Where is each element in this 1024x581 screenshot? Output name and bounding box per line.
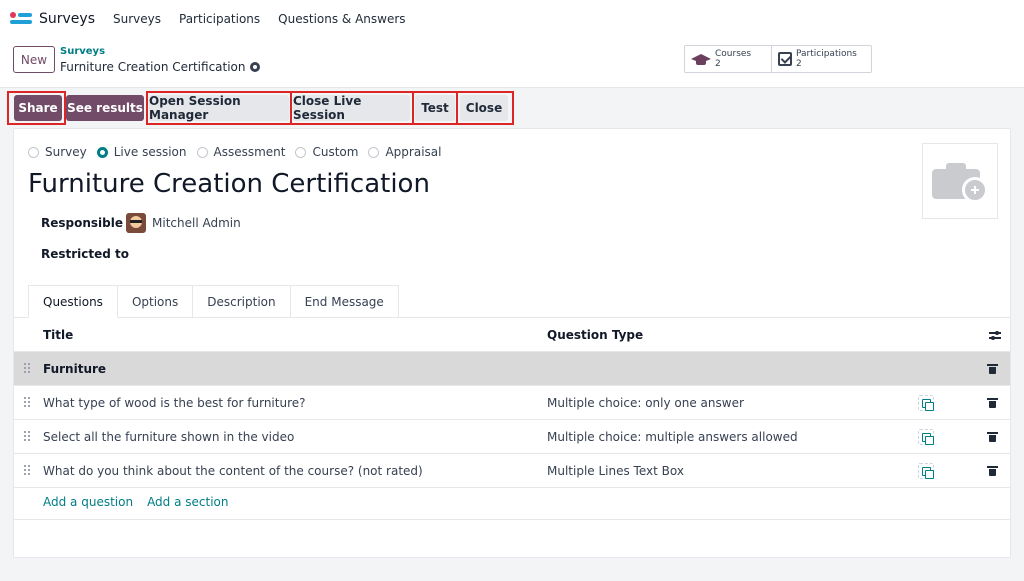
open-session-manager-button[interactable]: Open Session Manager [149, 94, 289, 122]
responsible-label: Responsible [41, 216, 123, 230]
column-title[interactable]: Title [43, 318, 73, 351]
add-question-link[interactable]: Add a question [43, 495, 133, 509]
see-results-button[interactable]: See results [66, 95, 144, 121]
row-question-type: Multiple choice: only one answer [547, 395, 744, 410]
smart-buttons: Courses 2 Participations 2 [684, 45, 872, 73]
radio-label: Live session [113, 145, 187, 159]
add-line-links: Add a question Add a section [43, 495, 229, 509]
notebook-tabs: Questions Options Description End Messag… [28, 285, 399, 318]
gear-icon[interactable] [249, 62, 260, 72]
table-row-section[interactable]: Furniture [14, 352, 1010, 386]
trash-icon[interactable] [987, 432, 998, 442]
graduation-cap-icon [691, 52, 711, 66]
row-title: What do you think about the content of t… [43, 463, 423, 478]
participations-stat-button[interactable]: Participations 2 [771, 46, 871, 72]
nav-participations[interactable]: Participations [179, 12, 260, 26]
row-question-type: Multiple choice: multiple answers allowe… [547, 429, 798, 444]
radio-custom[interactable]: Custom [295, 145, 358, 159]
radio-label: Appraisal [385, 145, 442, 159]
survey-image-upload[interactable] [922, 143, 998, 219]
radio-label: Assessment [213, 145, 286, 159]
courses-stat-button[interactable]: Courses 2 [685, 46, 771, 72]
row-question-type: Multiple Lines Text Box [547, 463, 684, 478]
table-row[interactable]: Select all the furniture shown in the vi… [14, 420, 1010, 454]
close-live-session-button[interactable]: Close Live Session [293, 94, 410, 122]
checkbox-icon [778, 52, 792, 66]
copy-icon[interactable] [918, 395, 934, 411]
new-button[interactable]: New [13, 46, 55, 73]
breadcrumb-parent[interactable]: Surveys [60, 46, 105, 57]
responsible-field[interactable]: Mitchell Admin [126, 213, 241, 233]
camera-plus-icon [932, 159, 988, 203]
action-bar: Share See results Open Session Manager C… [0, 88, 1024, 128]
test-button[interactable]: Test [415, 95, 455, 121]
trash-icon[interactable] [987, 398, 998, 408]
radio-icon [368, 146, 380, 158]
drag-handle-icon[interactable] [24, 363, 32, 375]
avatar [126, 213, 146, 233]
surveys-app-icon[interactable] [10, 12, 32, 26]
row-title: Furniture [43, 361, 107, 376]
radio-icon [295, 146, 307, 158]
row-title: Select all the furniture shown in the vi… [43, 429, 295, 444]
nav-surveys[interactable]: Surveys [113, 12, 161, 26]
restricted-to-label: Restricted to [41, 247, 130, 261]
radio-appraisal[interactable]: Appraisal [368, 145, 441, 159]
nav-questions-answers[interactable]: Questions & Answers [278, 12, 405, 26]
radio-icon [196, 146, 208, 158]
participations-count: 2 [796, 59, 802, 69]
table-bottom-divider [14, 519, 1010, 520]
table-row[interactable]: What do you think about the content of t… [14, 454, 1010, 488]
tab-description[interactable]: Description [192, 285, 291, 318]
breadcrumb-current: Furniture Creation Certification [60, 60, 260, 74]
tab-end-message[interactable]: End Message [289, 285, 399, 318]
radio-live-session[interactable]: Live session [96, 145, 187, 159]
tab-questions[interactable]: Questions [28, 285, 118, 318]
copy-icon[interactable] [918, 463, 934, 479]
optional-columns-icon[interactable] [989, 330, 1001, 340]
radio-label: Survey [45, 145, 87, 159]
breadcrumb-current-label: Furniture Creation Certification [60, 60, 246, 74]
table-row[interactable]: What type of wood is the best for furnit… [14, 386, 1010, 420]
table-header: Title Question Type [14, 318, 1010, 352]
tab-options[interactable]: Options [116, 285, 194, 318]
radio-selected-icon [96, 146, 108, 158]
control-panel: New Surveys Furniture Creation Certifica… [0, 38, 1024, 88]
copy-icon[interactable] [918, 429, 934, 445]
radio-label: Custom [312, 145, 359, 159]
survey-type-radio-group: Survey Live session Assessment Custom Ap… [28, 145, 445, 159]
radio-survey[interactable]: Survey [28, 145, 87, 159]
share-button[interactable]: Share [14, 95, 62, 121]
form-sheet: Survey Live session Assessment Custom Ap… [13, 128, 1011, 558]
participations-label: Participations [796, 49, 857, 59]
trash-icon[interactable] [987, 466, 998, 476]
courses-count: 2 [715, 59, 721, 69]
radio-assessment[interactable]: Assessment [196, 145, 286, 159]
drag-handle-icon[interactable] [24, 465, 32, 477]
survey-title[interactable]: Furniture Creation Certification [28, 169, 430, 199]
app-name[interactable]: Surveys [39, 11, 95, 27]
responsible-value: Mitchell Admin [152, 216, 241, 230]
row-title: What type of wood is the best for furnit… [43, 395, 306, 410]
radio-icon [28, 146, 39, 158]
drag-handle-icon[interactable] [24, 431, 32, 443]
add-section-link[interactable]: Add a section [147, 495, 228, 509]
column-question-type[interactable]: Question Type [547, 318, 643, 351]
drag-handle-icon[interactable] [24, 397, 32, 409]
courses-label: Courses [715, 49, 752, 59]
top-nav: Surveys Surveys Participations Questions… [0, 0, 1024, 38]
trash-icon[interactable] [987, 364, 998, 374]
close-button[interactable]: Close [460, 95, 508, 121]
